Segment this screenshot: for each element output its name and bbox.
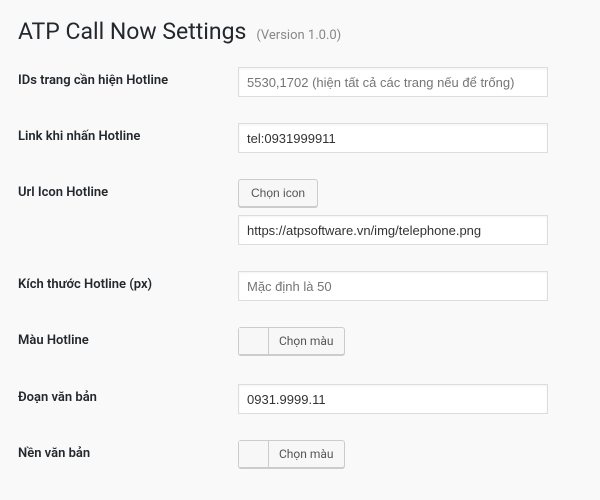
page-title: ATP Call Now Settings	[18, 18, 246, 45]
row-textbg: Nền văn bản Chọn màu	[18, 440, 582, 471]
label-ids: IDs trang cần hiện Hotline	[18, 67, 238, 88]
label-color: Màu Hotline	[18, 327, 238, 348]
label-textbg: Nền văn bản	[18, 440, 238, 461]
color-picker-label: Chọn màu	[269, 328, 344, 354]
row-icon: Url Icon Hotline Chọn icon	[18, 179, 582, 245]
row-ids: IDs trang cần hiện Hotline	[18, 67, 582, 97]
color-picker-hotline[interactable]: Chọn màu	[238, 327, 345, 355]
row-link: Link khi nhấn Hotline	[18, 123, 582, 153]
color-picker-label: Chọn màu	[269, 441, 344, 467]
label-size: Kích thước Hotline (px)	[18, 271, 238, 292]
row-size: Kích thước Hotline (px)	[18, 271, 582, 301]
input-ids[interactable]	[238, 67, 548, 97]
label-text: Đoạn văn bản	[18, 384, 238, 405]
row-color: Màu Hotline Chọn màu	[18, 327, 582, 358]
row-text: Đoạn văn bản	[18, 384, 582, 414]
label-link: Link khi nhấn Hotline	[18, 123, 238, 144]
input-text[interactable]	[238, 384, 548, 414]
color-picker-textbg[interactable]: Chọn màu	[238, 440, 345, 468]
label-icon: Url Icon Hotline	[18, 179, 238, 200]
choose-icon-button[interactable]: Chọn icon	[238, 179, 318, 207]
input-link[interactable]	[238, 123, 548, 153]
input-size[interactable]	[238, 271, 548, 301]
color-swatch	[239, 328, 269, 354]
color-swatch	[239, 441, 269, 467]
version-label: (Version 1.0.0)	[256, 28, 341, 43]
input-icon-url[interactable]	[238, 215, 548, 245]
page-header: ATP Call Now Settings (Version 1.0.0)	[18, 18, 582, 45]
